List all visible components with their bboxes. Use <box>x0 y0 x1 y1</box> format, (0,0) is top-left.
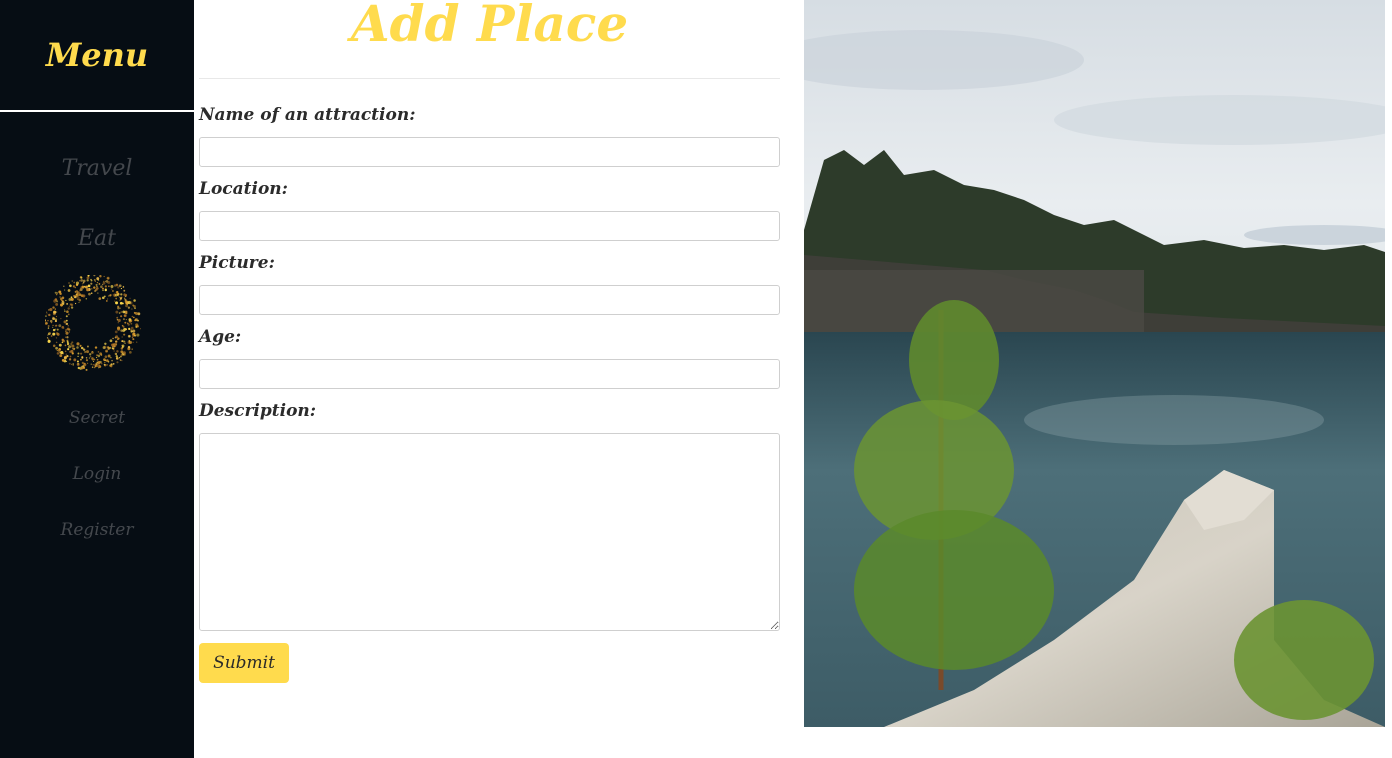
lake-photo-illustration <box>804 0 1385 727</box>
nav-item-register[interactable]: Register <box>0 520 194 540</box>
location-label: Location: <box>199 179 288 199</box>
age-label: Age: <box>199 327 242 347</box>
submit-button[interactable]: Submit <box>199 643 289 683</box>
nav-item-secret[interactable]: Secret <box>0 408 194 428</box>
nav-item-eat[interactable]: Eat <box>0 226 194 251</box>
lake-photo <box>804 0 1385 727</box>
name-input[interactable] <box>199 137 780 167</box>
picture-label: Picture: <box>199 253 275 273</box>
title-divider <box>199 78 780 79</box>
nav-item-travel[interactable]: Travel <box>0 156 194 181</box>
description-textarea[interactable] <box>199 433 780 631</box>
name-label: Name of an attraction: <box>199 105 416 125</box>
description-label: Description: <box>199 401 317 421</box>
page-title: Add Place <box>350 0 629 53</box>
nav-item-login[interactable]: Login <box>0 464 194 484</box>
menu-title: Menu <box>0 0 194 112</box>
location-input[interactable] <box>199 211 780 241</box>
sidebar: Menu Travel Eat Secret Login Register <box>0 0 194 758</box>
age-input[interactable] <box>199 359 780 389</box>
picture-input[interactable] <box>199 285 780 315</box>
sparkle-ring-icon <box>45 275 141 371</box>
